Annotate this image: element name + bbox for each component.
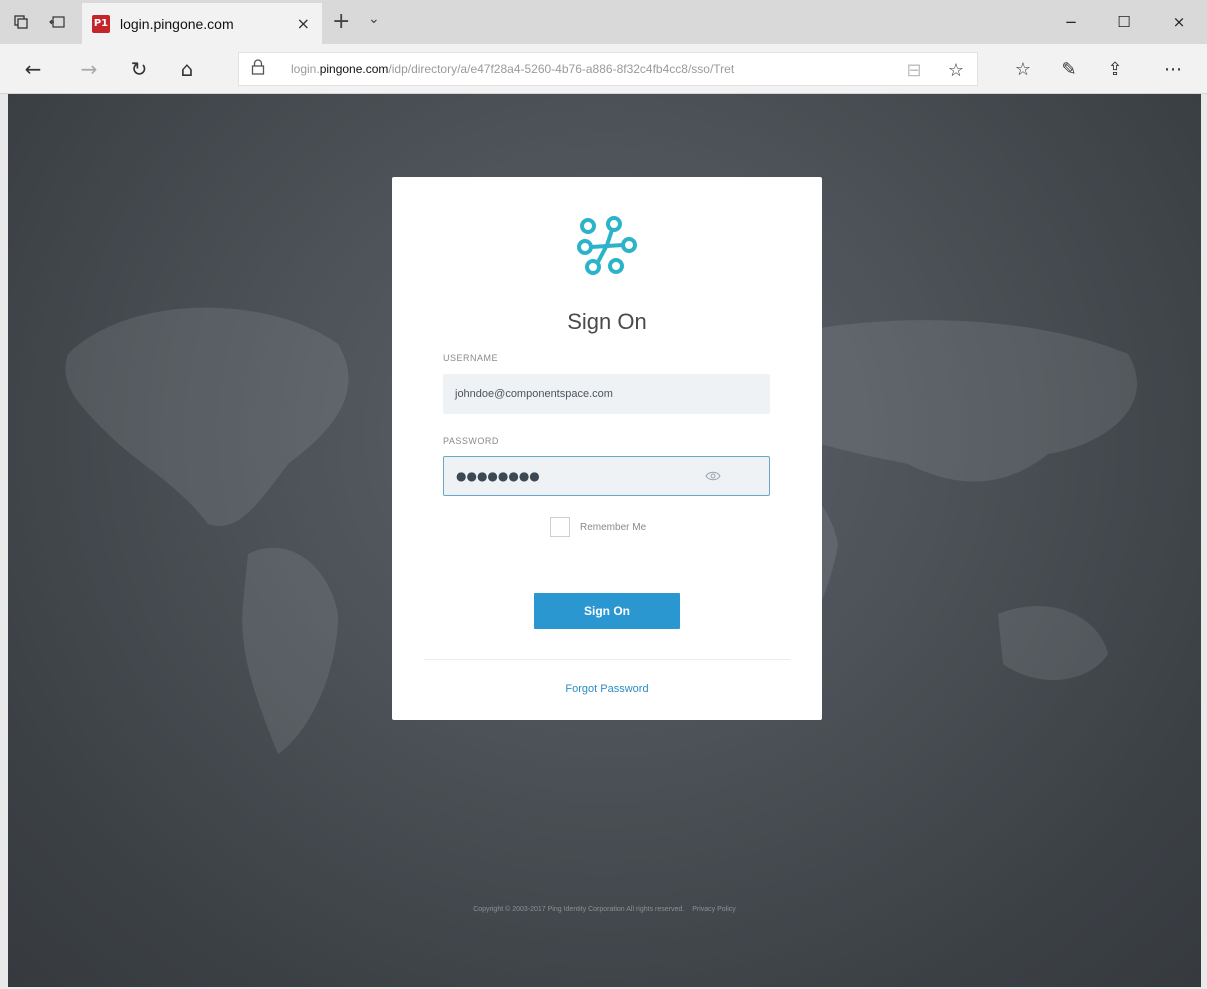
divider [424, 659, 790, 660]
web-notes-icon[interactable]: ✎ [1058, 58, 1080, 80]
tab-title: login.pingone.com [120, 15, 234, 32]
password-value: ●●●●●●●● [456, 469, 540, 483]
minimize-button[interactable]: − [1056, 10, 1086, 34]
forward-button[interactable]: → [74, 54, 104, 84]
browser-toolbar: ← → ↻ ⌂ login.pingone.com/idp/directory/… [0, 44, 1207, 94]
maximize-button[interactable]: ☐ [1109, 10, 1139, 34]
pingone-favicon-icon: P1 [92, 14, 110, 33]
close-window-button[interactable]: × [1164, 10, 1194, 34]
page-footer: Copyright © 2003-2017 Ping Identity Corp… [8, 906, 1201, 913]
password-label: PASSWORD [443, 436, 499, 446]
sign-on-card: Sign On USERNAME johndoe@componentspace.… [392, 177, 822, 720]
back-button[interactable]: ← [18, 54, 48, 84]
more-icon[interactable]: ⋯ [1162, 58, 1184, 80]
username-value: johndoe@componentspace.com [455, 388, 613, 400]
url-text: login.pingone.com/idp/directory/a/e47f28… [291, 62, 735, 76]
share-icon[interactable]: ⇪ [1104, 58, 1126, 80]
refresh-button[interactable]: ↻ [124, 54, 154, 84]
favorite-star-icon[interactable]: ☆ [945, 59, 967, 81]
chevron-down-icon[interactable]: ⌄ [368, 11, 380, 27]
address-bar[interactable]: login.pingone.com/idp/directory/a/e47f28… [238, 52, 978, 86]
sign-on-button[interactable]: Sign On [534, 593, 680, 629]
remember-me-label[interactable]: Remember Me [580, 522, 646, 533]
password-field[interactable]: ●●●●●●●● [443, 456, 770, 496]
tab-preview-icon[interactable] [12, 13, 30, 31]
show-password-eye-icon[interactable] [705, 470, 721, 482]
set-tabs-aside-icon[interactable] [48, 13, 66, 31]
page-background: Sign On USERNAME johndoe@componentspace.… [8, 94, 1201, 987]
forgot-password-link[interactable]: Forgot Password [392, 683, 822, 695]
page-title: Sign On [567, 309, 647, 334]
copyright-text: Copyright © 2003-2017 Ping Identity Corp… [473, 906, 685, 913]
remember-me-checkbox[interactable] [550, 517, 570, 537]
pingone-logo-icon [577, 216, 637, 275]
favorites-hub-icon[interactable]: ☆ [1012, 58, 1034, 80]
privacy-policy-link[interactable]: Privacy Policy [692, 906, 736, 913]
username-field[interactable]: johndoe@componentspace.com [443, 374, 770, 414]
lock-icon [251, 59, 269, 79]
reading-view-icon[interactable]: ⊟ [903, 59, 925, 81]
browser-tab[interactable]: P1 login.pingone.com × [82, 3, 322, 44]
browser-titlebar: P1 login.pingone.com × + ⌄ − ☐ × [0, 0, 1207, 44]
tab-close-icon[interactable]: × [297, 14, 310, 33]
home-button[interactable]: ⌂ [172, 54, 202, 84]
new-tab-icon[interactable]: + [332, 9, 350, 34]
username-label: USERNAME [443, 353, 499, 363]
